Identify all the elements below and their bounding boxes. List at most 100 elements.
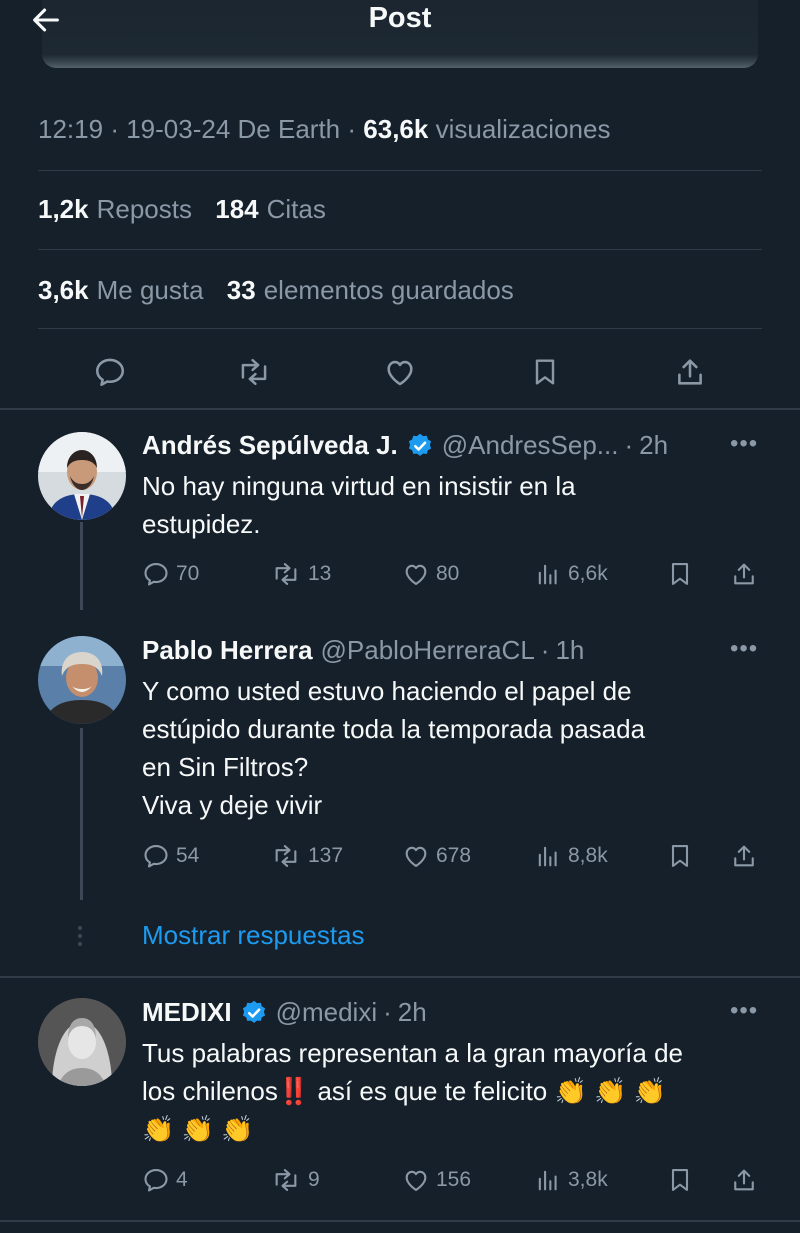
views-label: visualizaciones (435, 114, 611, 144)
heart-icon (405, 1170, 427, 1191)
bookmark-icon (535, 359, 555, 385)
share-button[interactable] (730, 556, 764, 592)
repost-icon (275, 845, 297, 867)
verified-badge-icon (406, 432, 434, 460)
show-replies-link[interactable]: Mostrar respuestas (142, 920, 365, 951)
reply-count-button[interactable]: 4 (142, 1162, 188, 1198)
reply-header: Pablo Herrera @PabloHerreraCL · 1h (142, 635, 585, 666)
avatar[interactable] (38, 636, 126, 724)
more-options-icon[interactable]: ••• (730, 430, 758, 458)
share-icon (734, 1169, 754, 1191)
repost-count-button[interactable]: 137 (270, 838, 343, 874)
bookmark-icon (671, 563, 689, 585)
clapping-hands-emoji: 👏 👏 👏 (142, 1114, 254, 1144)
views-count-button[interactable]: 8,8k (534, 838, 608, 874)
repost-icon (275, 1169, 297, 1191)
more-options-icon[interactable]: ••• (730, 635, 758, 663)
repost-icon (275, 563, 297, 585)
bookmark-icon (671, 845, 689, 867)
avatar-image (38, 636, 126, 724)
reply-metrics: 54 137 678 8,8k (142, 838, 782, 874)
avatar-image (38, 998, 126, 1086)
likes-link[interactable]: 3,6k Me gusta (38, 275, 204, 305)
views-count-button[interactable]: 6,6k (534, 556, 608, 592)
avatar-image (38, 432, 126, 520)
post-action-bar (0, 346, 800, 398)
author-name[interactable]: Andrés Sepúlveda J. (142, 430, 398, 461)
avatar[interactable] (38, 432, 126, 520)
heart-icon (405, 564, 427, 585)
reply-text: Y como usted estuvo haciendo el papel de… (142, 676, 646, 820)
post-time: 12:19 (38, 114, 104, 144)
bookmark-button[interactable] (527, 354, 563, 390)
like-button[interactable] (382, 354, 418, 390)
reply-icon (95, 358, 125, 387)
bookmark-icon (671, 1169, 689, 1191)
analytics-icon (538, 1170, 557, 1191)
reply-header: Andrés Sepúlveda J. @AndresSep... · 2h (142, 430, 669, 461)
share-icon (734, 845, 754, 867)
post-source[interactable]: De Earth (238, 114, 341, 144)
reposts-link[interactable]: 1,2k Reposts (38, 194, 192, 224)
reply-time: 1h (555, 635, 585, 665)
section-divider (0, 1220, 800, 1222)
bookmark-button[interactable] (666, 1162, 700, 1198)
repost-icon (241, 358, 267, 386)
page-title: Post (368, 2, 432, 34)
bookmark-button[interactable] (666, 838, 700, 874)
collapsed-thread-dots (78, 926, 82, 946)
reply-text: No hay ninguna virtud en insistir en la … (142, 471, 576, 539)
clapping-hands-emoji: 👏 👏 👏 (554, 1076, 667, 1106)
share-button[interactable] (730, 838, 764, 874)
repost-count-button[interactable]: 9 (270, 1162, 320, 1198)
like-count-button[interactable]: 678 (402, 838, 471, 874)
reply-metrics: 4 9 156 3,8k (142, 1162, 782, 1198)
repost-count-button[interactable]: 13 (270, 556, 331, 592)
heart-icon (405, 846, 427, 867)
share-icon (734, 563, 754, 585)
bookmark-button[interactable] (666, 556, 700, 592)
repost-button[interactable] (236, 354, 272, 390)
reply-icon (144, 1169, 168, 1192)
section-divider (0, 976, 800, 978)
thread-connector (80, 522, 83, 610)
author-name[interactable]: MEDIXI (142, 997, 232, 1028)
like-count-button[interactable]: 156 (402, 1162, 471, 1198)
quotes-link[interactable]: 184 Citas (215, 194, 326, 224)
heart-icon (387, 360, 413, 386)
reply-count-button[interactable]: 54 (142, 838, 199, 874)
post-date: 19-03-24 (126, 114, 231, 144)
reply-text: Tus palabras representan a la gran mayor… (142, 1034, 772, 1148)
author-handle[interactable]: @medixi (276, 997, 378, 1028)
like-count-button[interactable]: 80 (402, 556, 459, 592)
saved-link[interactable]: 33 elementos guardados (227, 275, 514, 305)
share-button[interactable] (730, 1162, 764, 1198)
author-name[interactable]: Pablo Herrera (142, 635, 313, 666)
divider (38, 328, 762, 329)
more-options-icon[interactable]: ••• (730, 997, 758, 1025)
analytics-icon (538, 846, 557, 867)
repost-stats: 1,2k Reposts 184 Citas (38, 194, 326, 225)
reply-button[interactable] (92, 354, 128, 390)
reply-icon (144, 563, 168, 586)
reply-time: 2h (639, 430, 669, 460)
top-bar: Post (0, 0, 800, 70)
reply-count-button[interactable]: 70 (142, 556, 199, 592)
double-exclamation-emoji: ‼️ (277, 1076, 311, 1106)
section-divider (0, 408, 800, 410)
reply-time: 2h (397, 997, 427, 1027)
reply-icon (144, 845, 168, 868)
reply-header: MEDIXI @medixi · 2h (142, 997, 427, 1028)
share-button[interactable] (672, 354, 708, 390)
analytics-icon (538, 564, 557, 585)
author-handle[interactable]: @AndresSep... (442, 430, 619, 461)
share-icon (678, 359, 702, 385)
views-count-button[interactable]: 3,8k (534, 1162, 608, 1198)
like-stats: 3,6k Me gusta 33 elementos guardados (38, 275, 514, 306)
author-handle[interactable]: @PabloHerreraCL (321, 635, 535, 666)
divider (38, 249, 762, 250)
verified-badge-icon (240, 999, 268, 1027)
views-count: 63,6k (363, 114, 429, 144)
avatar[interactable] (38, 998, 126, 1086)
thread-connector (80, 728, 83, 900)
